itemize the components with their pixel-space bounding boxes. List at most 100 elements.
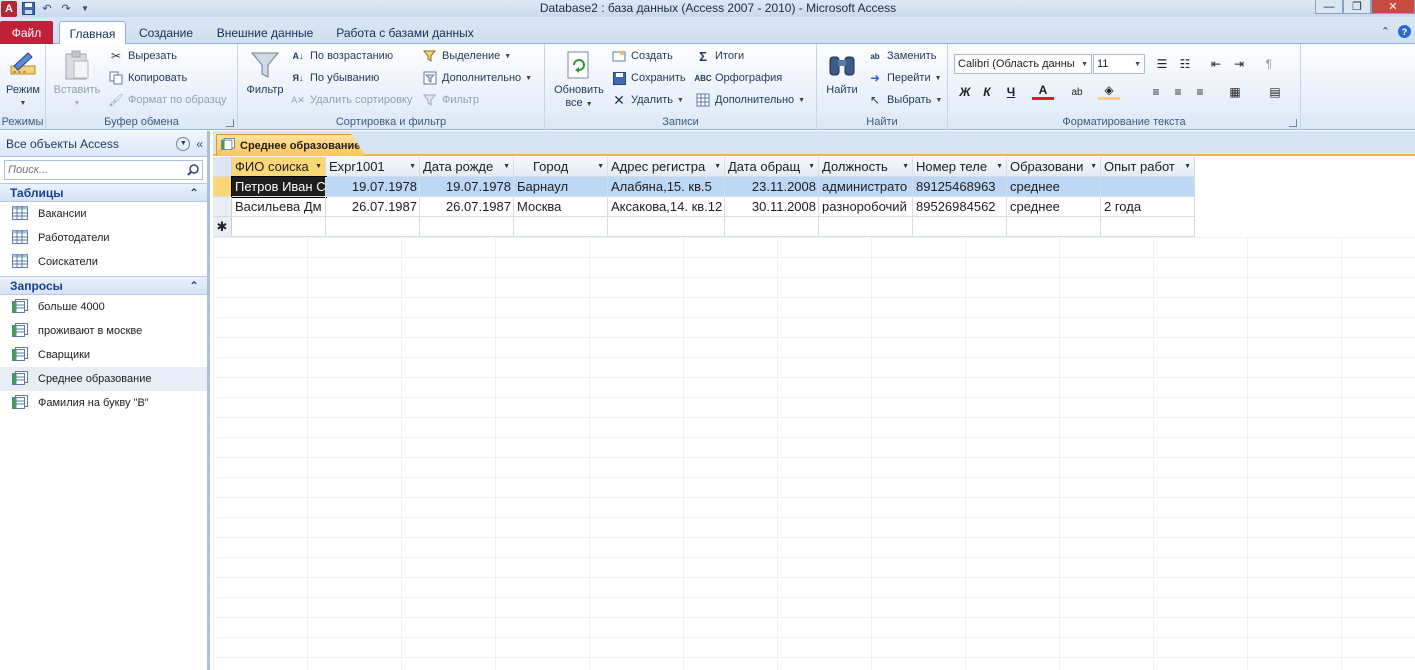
dialog-launcher-icon[interactable] [1289,119,1297,127]
minimize-button[interactable]: — [1315,0,1343,14]
table-cell[interactable]: среднее [1007,177,1101,197]
collapse-pane-icon[interactable]: « [196,137,203,151]
refresh-all-button[interactable]: Обновить все ▼ [551,48,607,111]
copy-button[interactable]: Копировать [108,68,187,88]
column-header[interactable]: Адрес регистра ▼ [608,157,725,177]
chevron-down-icon[interactable]: ▼ [808,163,815,170]
sort-ascending-button[interactable]: A↓ По возрастанию [290,46,394,66]
nav-item-query[interactable]: Сварщики [0,343,207,367]
new-record-button[interactable]: Создать [611,46,673,66]
filter-button[interactable]: Фильтр [244,48,286,97]
table-cell[interactable]: 19.07.1978 [326,177,420,197]
table-cell[interactable]: 2 года [1101,197,1195,217]
column-header[interactable]: Должность ▼ [819,157,913,177]
find-button[interactable]: Найти [823,48,861,97]
table-row[interactable]: Васильева Дм 26.07.1987 26.07.1987 Москв… [213,197,1195,217]
column-header[interactable]: Номер теле ▼ [913,157,1007,177]
dialog-launcher-icon[interactable] [226,119,234,127]
cut-button[interactable]: ✂ Вырезать [108,46,177,66]
chevron-down-icon[interactable]: ▼ [409,163,416,170]
tab-file[interactable]: Файл [0,21,53,44]
paste-button[interactable]: Вставить ▼ [52,48,102,110]
increase-indent-icon[interactable]: ⇥ [1228,54,1250,74]
new-record-row[interactable]: ✱ [213,217,1195,237]
table-row[interactable]: Петров Иван С 19.07.1978 19.07.1978 Барн… [213,176,1195,198]
font-color-icon[interactable]: A [1032,82,1054,100]
selection-button[interactable]: Выделение ▼ [422,46,511,66]
column-header[interactable]: Expr1001 ▼ [326,157,420,177]
nav-item-query[interactable]: Среднее образование [0,367,207,391]
table-cell[interactable]: Москва [514,197,608,217]
more-records-button[interactable]: Дополнительно ▼ [695,90,805,110]
maximize-button[interactable]: ❐ [1343,0,1371,14]
select-all-corner[interactable] [213,157,232,177]
table-cell[interactable] [326,217,420,237]
table-cell[interactable] [420,217,514,237]
table-cell[interactable]: Аксакова,14. кв.12 [608,197,725,217]
table-cell[interactable]: среднее [1007,197,1101,217]
view-button[interactable]: Режим ▼ [4,48,42,110]
table-cell[interactable] [725,217,819,237]
gridlines-icon[interactable]: ▦ [1224,82,1246,102]
table-cell[interactable]: 89125468963 [913,177,1007,197]
chevron-down-icon[interactable]: ▼ [503,163,510,170]
table-cell[interactable]: Васильева Дм [232,197,326,217]
search-icon[interactable] [184,164,202,176]
numbering-icon[interactable]: ☷ [1174,54,1196,74]
replace-button[interactable]: ab Заменить [867,46,936,66]
minimize-ribbon-icon[interactable]: ⌃ [1381,25,1390,38]
paragraph-icon[interactable]: ¶ [1258,54,1280,74]
chevron-down-icon[interactable]: ▼ [597,163,604,170]
bullets-icon[interactable]: ☰ [1151,54,1173,74]
nav-item-table[interactable]: Работодатели [0,226,207,250]
nav-item-query[interactable]: Фамилия на букву "В" [0,391,207,415]
highlight-icon[interactable]: ab [1066,82,1088,102]
font-name-select[interactable]: Calibri (Область данны ▼ [954,54,1092,74]
table-cell[interactable] [608,217,725,237]
record-selector[interactable] [213,177,232,197]
table-cell[interactable] [514,217,608,237]
document-tab[interactable]: Среднее образование [216,134,366,156]
goto-button[interactable]: ➜ Перейти ▼ [867,68,942,88]
nav-menu-chevron-icon[interactable]: ▼ [176,136,191,151]
help-icon[interactable]: ? [1398,25,1411,38]
tab-external-data[interactable]: Внешние данные [210,21,320,44]
new-record-marker[interactable]: ✱ [213,217,232,237]
underline-button[interactable]: Ч [1000,82,1022,102]
table-cell[interactable]: Барнаул [514,177,608,197]
spelling-button[interactable]: ABC Орфография [694,68,782,88]
nav-item-query[interactable]: больше 4000 [0,295,207,319]
chevron-down-icon[interactable]: ▼ [996,163,1003,170]
nav-header[interactable]: Все объекты Access ▼ « [0,131,207,157]
column-header[interactable]: Опыт работ ▼ [1101,157,1195,177]
font-size-select[interactable]: 11 ▼ [1093,54,1145,74]
close-button[interactable]: ✕ [1371,0,1415,14]
table-cell[interactable]: 26.07.1987 [326,197,420,217]
fill-color-icon[interactable]: ◈ [1098,82,1120,100]
table-cell[interactable]: разноробочий [819,197,913,217]
save-record-button[interactable]: Сохранить [611,68,686,88]
column-header[interactable]: Образовани ▼ [1007,157,1101,177]
table-cell[interactable] [1007,217,1101,237]
table-cell[interactable]: 89526984562 [913,197,1007,217]
nav-group-queries[interactable]: Запросы ⌃ [0,276,207,295]
table-cell[interactable]: администрато [819,177,913,197]
table-cell[interactable]: 23.11.2008 [725,177,819,197]
totals-button[interactable]: Σ Итоги [695,46,744,66]
table-cell[interactable] [819,217,913,237]
table-cell[interactable]: 26.07.1987 [420,197,514,217]
italic-button[interactable]: К [976,82,998,102]
align-center-icon[interactable]: ≡ [1167,82,1189,102]
format-painter-button[interactable]: 🖌 Формат по образцу [108,90,226,110]
table-cell[interactable]: 19.07.1978 [420,177,514,197]
table-cell[interactable] [1101,217,1195,237]
nav-item-query[interactable]: проживают в москве [0,319,207,343]
column-header[interactable]: Дата обращ ▼ [725,157,819,177]
align-right-icon[interactable]: ≡ [1189,82,1211,102]
table-cell[interactable]: 30.11.2008 [725,197,819,217]
table-cell[interactable] [1101,177,1195,197]
tab-database-tools[interactable]: Работа с базами данных [332,21,478,44]
advanced-filter-button[interactable]: Дополнительно ▼ [422,68,532,88]
chevron-down-icon[interactable]: ▼ [1090,163,1097,170]
sort-descending-button[interactable]: Я↓ По убыванию [290,68,380,88]
